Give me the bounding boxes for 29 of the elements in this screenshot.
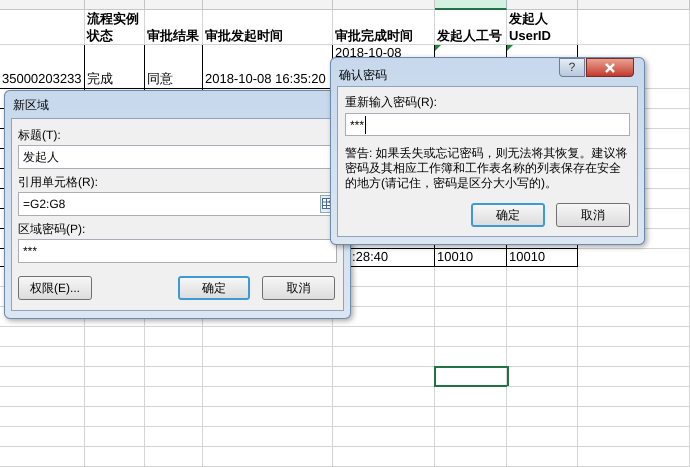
- field-label: 引用单元格(R):: [18, 174, 99, 191]
- close-icon: [604, 62, 616, 72]
- dialog-button[interactable]: 确定: [471, 203, 545, 227]
- table-cell: 审批完成时间: [333, 10, 435, 45]
- help-button[interactable]: ?: [559, 58, 585, 77]
- dialog-button[interactable]: 取消: [262, 276, 335, 300]
- window-title: 新区域: [13, 96, 49, 114]
- window-title: 确认密码: [339, 67, 387, 84]
- column-header[interactable]: [435, 0, 507, 10]
- table-cell: 发起人 UserID: [507, 10, 578, 45]
- dialog-button[interactable]: 确定: [178, 276, 250, 300]
- input-field[interactable]: ***: [18, 239, 337, 263]
- table-cell: 35000203233: [0, 45, 85, 89]
- warning-text: 警告: 如果丢失或忘记密码，则无法将其恢复。建议将密码及其相应工作簿和工作表名称的列表保存在安全的地方(请记住，密码是区分大小写的)。: [345, 146, 629, 191]
- table-cell: 10010: [435, 249, 507, 267]
- close-button[interactable]: [586, 58, 634, 77]
- field-label: 标题(T):: [18, 127, 62, 144]
- field-label: 区域密码(P):: [18, 221, 86, 238]
- dialog-button[interactable]: 权限(E)...: [18, 276, 92, 300]
- table-cell: 审批发起时间: [203, 10, 333, 45]
- dialog-button[interactable]: 取消: [556, 203, 630, 227]
- field-label: 重新输入密码(R):: [345, 94, 438, 111]
- input-field[interactable]: ***: [345, 113, 630, 136]
- table-cell: 流程实例状态: [85, 10, 145, 45]
- table-cell: 同意: [145, 45, 203, 89]
- table-cell: 审批结果: [145, 10, 203, 45]
- table-cell: 完成: [85, 45, 145, 89]
- table-cell: 发起人工号: [435, 10, 507, 45]
- table-cell: 10010: [507, 249, 578, 267]
